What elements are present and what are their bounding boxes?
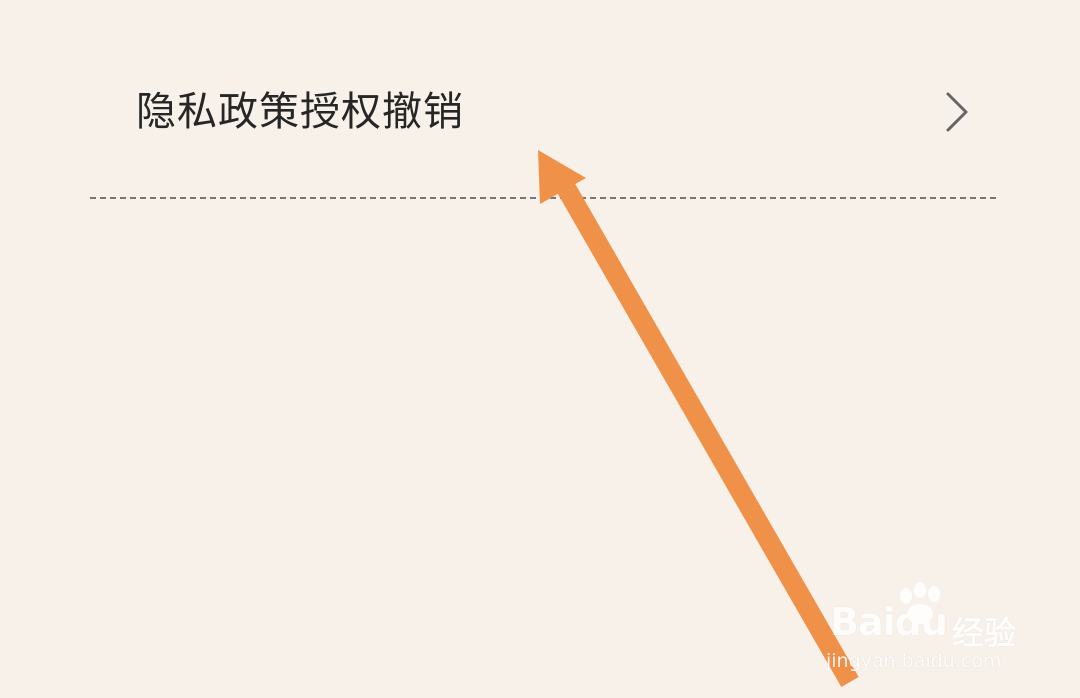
dashed-divider (90, 197, 996, 199)
baidu-jingyan-watermark: Baidu 经验 jingyan.baidu.com (826, 582, 1026, 674)
watermark-brand-cn: 经验 (952, 614, 1017, 652)
paw-icon (900, 582, 940, 624)
settings-item-label: 隐私政策授权撤销 (136, 89, 464, 135)
chevron-right-icon (946, 92, 968, 132)
privacy-policy-authorization-revoke-item[interactable]: 隐私政策授权撤销 (0, 40, 1080, 188)
watermark-url: jingyan.baidu.com (826, 650, 1002, 672)
